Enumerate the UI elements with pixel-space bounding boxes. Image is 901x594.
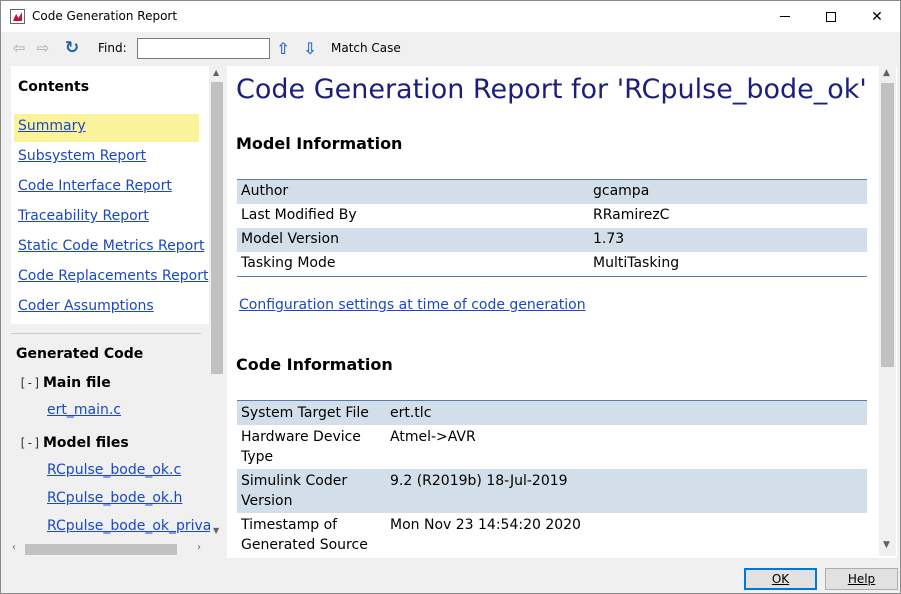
scroll-down-arrow-icon[interactable]: ▼: [883, 540, 890, 550]
row-key: Author: [237, 180, 589, 204]
table-row: Simulink Coder Version 9.2 (R2019b) 18-J…: [237, 469, 867, 513]
nav-link-traceability-report[interactable]: Traceability Report: [18, 208, 149, 224]
find-previous-arrow-icon[interactable]: ⇧: [274, 39, 292, 58]
row-value: 9.2 (R2019b) 18-Jul-2019: [386, 469, 867, 513]
find-label: Find:: [98, 41, 127, 55]
scroll-up-arrow-icon[interactable]: ▲: [883, 68, 890, 78]
toolbar: ⇦ ⇨ ↻ Find: ⇧ ⇩ Match Case: [1, 33, 900, 63]
row-value: Atmel->AVR: [390, 429, 476, 445]
refresh-icon[interactable]: ↻: [63, 38, 81, 58]
report-title: Code Generation Report for 'RCpulse_bode…: [236, 74, 867, 105]
matlab-app-icon: [10, 9, 25, 24]
left-horizontal-scrollbar[interactable]: ‹ ›: [11, 542, 210, 556]
table-row: Hardware Device Type Atmel->AVR: [237, 425, 867, 469]
file-link-ert-main-c[interactable]: ert_main.c: [47, 402, 211, 418]
row-key: Tasking Mode: [241, 255, 336, 271]
row-key: Simulink Coder Version: [237, 469, 386, 513]
title-bar: Code Generation Report ✕: [1, 1, 900, 32]
table-bottom-border: [237, 276, 867, 277]
scroll-up-arrow-icon[interactable]: ▲: [213, 68, 219, 77]
scroll-thumb[interactable]: [211, 82, 223, 374]
nav-link-subsystem-report[interactable]: Subsystem Report: [18, 148, 146, 164]
table-row: Last Modified By RRamirezC: [237, 204, 867, 228]
table-row: Author gcampa: [237, 180, 867, 204]
find-input[interactable]: [137, 38, 270, 59]
nav-link-code-interface-report[interactable]: Code Interface Report: [18, 178, 172, 194]
nav-link-code-replacements-report[interactable]: Code Replacements Report: [18, 268, 208, 284]
row-key: System Target File: [237, 401, 386, 425]
navigation-pane: Contents Summary Subsystem Report Code I…: [11, 66, 224, 558]
row-key: Last Modified By: [241, 207, 357, 223]
table-row: Timestamp of Generated Source Mon Nov 23…: [237, 513, 867, 557]
scroll-left-arrow-icon[interactable]: ‹: [12, 542, 16, 553]
nav-link-static-code-metrics-report[interactable]: Static Code Metrics Report: [18, 238, 204, 254]
code-information-heading: Code Information: [236, 355, 393, 374]
model-files-group-label: Model files: [43, 435, 129, 451]
generated-code-heading: Generated Code: [16, 346, 144, 362]
scroll-down-arrow-icon[interactable]: ▼: [213, 526, 219, 535]
row-value: RRamirezC: [593, 207, 670, 223]
scroll-right-arrow-icon[interactable]: ›: [197, 542, 201, 553]
row-key: Model Version: [237, 228, 589, 252]
code-information-table: System Target File ert.tlc Hardware Devi…: [237, 401, 867, 557]
row-value: MultiTasking: [593, 255, 680, 271]
back-arrow-icon[interactable]: ⇦: [10, 39, 28, 57]
main-file-collapse-toggle[interactable]: [-]: [19, 376, 41, 390]
report-vertical-scrollbar[interactable]: ▲ ▼: [879, 66, 896, 556]
model-information-table: Author gcampa Last Modified By RRamirezC…: [237, 180, 867, 276]
report-pane: Code Generation Report for 'RCpulse_bode…: [227, 66, 897, 558]
nav-link-summary[interactable]: Summary: [18, 118, 86, 134]
maximize-icon: [826, 11, 836, 22]
match-case-toggle[interactable]: Match Case: [331, 41, 401, 55]
row-value: Mon Nov 23 14:54:20 2020: [390, 517, 581, 533]
row-value: 1.73: [589, 228, 867, 252]
row-value: ert.tlc: [386, 401, 867, 425]
contents-panel: Contents Summary Subsystem Report Code I…: [11, 66, 209, 324]
close-icon: ✕: [871, 8, 883, 25]
scroll-thumb[interactable]: [881, 83, 894, 367]
minimize-icon: [780, 16, 790, 17]
contents-heading: Contents: [18, 79, 90, 95]
left-vertical-scrollbar[interactable]: ▲ ▼: [210, 66, 224, 542]
scroll-thumb[interactable]: [25, 544, 177, 555]
forward-arrow-icon[interactable]: ⇨: [34, 39, 52, 57]
main-file-group-label: Main file: [43, 375, 111, 391]
row-key: Timestamp of Generated Source: [241, 517, 368, 553]
window-title: Code Generation Report: [32, 9, 178, 23]
ok-button[interactable]: OK: [744, 568, 817, 590]
model-files-collapse-toggle[interactable]: [-]: [19, 436, 41, 450]
report-window: Code Generation Report ✕ ⇦ ⇨ ↻ Find: ⇧ ⇩…: [0, 0, 901, 594]
nav-link-coder-assumptions[interactable]: Coder Assumptions: [18, 298, 154, 314]
row-key: Hardware Device Type: [241, 429, 361, 465]
help-button[interactable]: Help: [825, 568, 898, 590]
maximize-button[interactable]: [808, 1, 854, 32]
table-row: System Target File ert.tlc: [237, 401, 867, 425]
pane-divider: [11, 333, 201, 334]
file-link-model-private-h[interactable]: RCpulse_bode_ok_privat: [47, 518, 211, 534]
find-next-arrow-icon[interactable]: ⇩: [301, 39, 319, 58]
close-button[interactable]: ✕: [854, 1, 900, 32]
file-link-model-c[interactable]: RCpulse_bode_ok.c: [47, 462, 211, 478]
configuration-settings-link[interactable]: Configuration settings at time of code g…: [239, 297, 586, 313]
row-value: gcampa: [589, 180, 867, 204]
minimize-button[interactable]: [762, 1, 808, 32]
model-information-heading: Model Information: [236, 134, 403, 153]
file-link-model-h[interactable]: RCpulse_bode_ok.h: [47, 490, 211, 506]
table-row: Tasking Mode MultiTasking: [237, 252, 867, 276]
table-row: Model Version 1.73: [237, 228, 867, 252]
